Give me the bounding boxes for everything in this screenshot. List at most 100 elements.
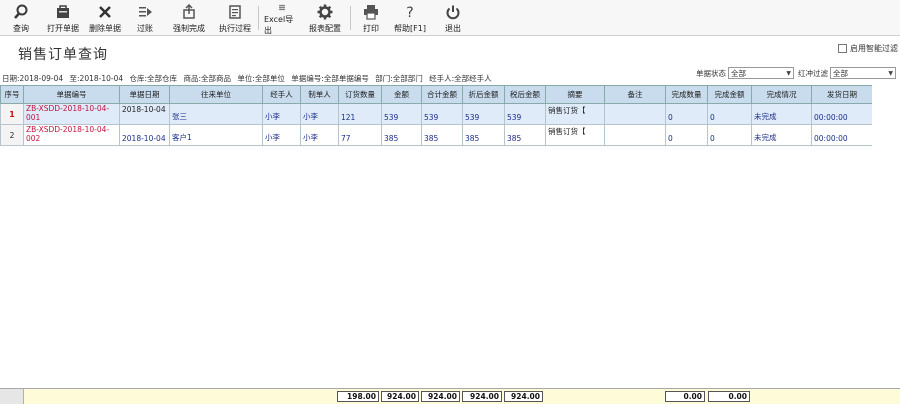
exit-button[interactable]: 退出 bbox=[440, 0, 466, 36]
col-header-qty[interactable]: 订货数量 bbox=[338, 85, 382, 104]
redflush-filter: 红冲过滤 全部 ▼ bbox=[798, 67, 896, 79]
col-header-seq[interactable]: 序号 bbox=[0, 85, 24, 104]
checkbox-box[interactable] bbox=[838, 44, 847, 53]
cell-remark[interactable] bbox=[604, 103, 666, 125]
smart-filter-label: 启用智能过滤 bbox=[850, 44, 898, 53]
cell-maker[interactable]: 小李 bbox=[300, 103, 339, 125]
exit-label: 退出 bbox=[445, 24, 461, 33]
total-done-qty: 0.00 bbox=[665, 391, 705, 402]
orders-table: 序号 单据编号 单据日期 往来单位 经手人 制单人 订货数量 金额 合计金额 折… bbox=[0, 85, 873, 146]
cell-amount[interactable]: 539 bbox=[381, 103, 422, 125]
delete-document-button[interactable]: 删除单据 bbox=[86, 0, 124, 36]
force-complete-button[interactable]: 强制完成 bbox=[170, 0, 208, 36]
cell-discount[interactable]: 385 bbox=[462, 124, 505, 146]
cell-tax[interactable]: 539 bbox=[504, 103, 546, 125]
filter-date-to: 至:2018-10-04 bbox=[69, 74, 124, 83]
cell-qty[interactable]: 121 bbox=[338, 103, 382, 125]
filter-product: 商品:全部商品 bbox=[183, 74, 231, 83]
cell-done-amt[interactable]: 0 bbox=[707, 124, 752, 146]
cell-doc-no[interactable]: ZB-XSDD-2018-10-04-002 bbox=[23, 124, 120, 146]
query-label: 查询 bbox=[13, 24, 29, 33]
svg-text:?: ? bbox=[406, 5, 413, 20]
delete-document-label: 删除单据 bbox=[89, 24, 121, 33]
col-header-ship-date[interactable]: 发货日期 bbox=[811, 85, 873, 104]
help-button[interactable]: ? 帮助[F1] bbox=[390, 0, 430, 36]
cell-summary[interactable]: 销售订货【 bbox=[545, 124, 605, 146]
query-button[interactable]: 查询 bbox=[8, 0, 34, 36]
col-header-discount[interactable]: 折后金额 bbox=[462, 85, 505, 104]
cell-qty[interactable]: 77 bbox=[338, 124, 382, 146]
cell-total[interactable]: 385 bbox=[421, 124, 463, 146]
col-header-maker[interactable]: 制单人 bbox=[300, 85, 339, 104]
cell-summary[interactable]: 销售订货【 bbox=[545, 103, 605, 125]
col-header-done-amt[interactable]: 完成金额 bbox=[707, 85, 752, 104]
col-header-partner[interactable]: 往来单位 bbox=[169, 85, 263, 104]
cell-discount[interactable]: 539 bbox=[462, 103, 505, 125]
totals-footer: 198.00 924.00 924.00 924.00 924.00 0.00 … bbox=[0, 388, 900, 404]
cell-done-qty[interactable]: 0 bbox=[665, 124, 708, 146]
cell-partner[interactable]: 张三 bbox=[169, 103, 263, 125]
cell-partner[interactable]: 客户1 bbox=[169, 124, 263, 146]
cell-maker[interactable]: 小李 bbox=[300, 124, 339, 146]
doc-status-filter: 单据状态 全部 ▼ bbox=[696, 67, 794, 79]
cell-remark[interactable] bbox=[604, 124, 666, 146]
cell-date[interactable]: 2018-10-04 bbox=[119, 124, 170, 146]
table-header-row: 序号 单据编号 单据日期 往来单位 经手人 制单人 订货数量 金额 合计金额 折… bbox=[0, 85, 873, 104]
print-button[interactable]: 打印 bbox=[358, 0, 384, 36]
cell-tax[interactable]: 385 bbox=[504, 124, 546, 146]
col-header-done-qty[interactable]: 完成数量 bbox=[665, 85, 708, 104]
cell-status[interactable]: 未完成 bbox=[751, 103, 812, 125]
excel-export-button[interactable]: Excel导出 bbox=[264, 0, 300, 36]
filter-dept: 部门:全部部门 bbox=[375, 74, 423, 83]
toolbar-separator bbox=[350, 6, 351, 30]
cell-date[interactable]: 2018-10-04 bbox=[119, 103, 170, 125]
col-header-summary[interactable]: 摘要 bbox=[545, 85, 605, 104]
cell-ship-date[interactable]: 00:00:00 bbox=[811, 103, 873, 125]
open-document-button[interactable]: 打开单据 bbox=[44, 0, 82, 36]
execute-process-button[interactable]: 执行过程 bbox=[216, 0, 254, 36]
col-header-status[interactable]: 完成情况 bbox=[751, 85, 812, 104]
redflush-label: 红冲过滤 bbox=[798, 68, 828, 78]
table-row[interactable]: 2 ZB-XSDD-2018-10-04-002 2018-10-04 客户1 … bbox=[0, 124, 873, 146]
excel-export-icon bbox=[279, 4, 285, 11]
footer-lead-cell bbox=[0, 389, 24, 404]
cell-amount[interactable]: 385 bbox=[381, 124, 422, 146]
col-header-doc-no[interactable]: 单据编号 bbox=[23, 85, 120, 104]
total-total: 924.00 bbox=[421, 391, 460, 402]
open-document-label: 打开单据 bbox=[47, 24, 79, 33]
cell-done-amt[interactable]: 0 bbox=[707, 103, 752, 125]
redflush-select[interactable]: 全部 ▼ bbox=[830, 67, 896, 79]
col-header-tax[interactable]: 税后金额 bbox=[504, 85, 546, 104]
smart-filter-checkbox[interactable]: 启用智能过滤 bbox=[838, 43, 898, 54]
search-icon bbox=[14, 4, 28, 19]
post-label: 过账 bbox=[137, 24, 153, 33]
filter-handler: 经手人:全部经手人 bbox=[429, 74, 492, 83]
power-icon bbox=[446, 5, 460, 20]
cell-status[interactable]: 未完成 bbox=[751, 124, 812, 146]
col-header-total[interactable]: 合计金额 bbox=[421, 85, 463, 104]
table-row[interactable]: 1 ZB-XSDD-2018-10-04-001 2018-10-04 张三 小… bbox=[0, 103, 873, 125]
col-header-handler[interactable]: 经手人 bbox=[262, 85, 301, 104]
col-header-date[interactable]: 单据日期 bbox=[119, 85, 170, 104]
help-icon: ? bbox=[406, 5, 413, 20]
total-amount: 924.00 bbox=[381, 391, 419, 402]
doc-status-select[interactable]: 全部 ▼ bbox=[728, 67, 794, 79]
toolbar-separator bbox=[258, 6, 259, 30]
cell-total[interactable]: 539 bbox=[421, 103, 463, 125]
post-button[interactable]: 过账 bbox=[132, 0, 158, 36]
doc-status-label: 单据状态 bbox=[696, 68, 726, 78]
total-discount: 924.00 bbox=[462, 391, 502, 402]
col-header-remark[interactable]: 备注 bbox=[604, 85, 666, 104]
cell-doc-no[interactable]: ZB-XSDD-2018-10-04-001 bbox=[23, 103, 120, 125]
cell-ship-date[interactable]: 00:00:00 bbox=[811, 124, 873, 146]
page-title: 销售订单查询 bbox=[18, 47, 108, 63]
cell-done-qty[interactable]: 0 bbox=[665, 103, 708, 125]
chevron-down-icon: ▼ bbox=[786, 69, 791, 77]
cell-handler[interactable]: 小李 bbox=[262, 103, 301, 125]
cell-handler[interactable]: 小李 bbox=[262, 124, 301, 146]
excel-export-label: Excel导出 bbox=[264, 15, 294, 35]
report-config-button[interactable]: 报表配置 bbox=[306, 0, 344, 36]
open-document-icon bbox=[57, 5, 69, 18]
col-header-amount[interactable]: 金额 bbox=[381, 85, 422, 104]
force-complete-icon bbox=[183, 4, 195, 19]
